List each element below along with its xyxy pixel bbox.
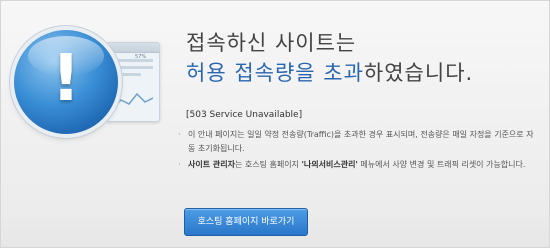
error-illustration: 57% ! (14, 30, 164, 150)
bullet-icon: · (178, 130, 181, 139)
description-text: 메뉴에서 사양 변경 및 트래픽 리셋이 가능합니다. (357, 160, 526, 169)
headline-suffix: 하였습니다. (363, 61, 474, 85)
headline: 접속하신 사이트는 허용 접속량을 초과하였습니다. (186, 28, 526, 88)
bullet-icon: · (178, 160, 181, 169)
hosting-homepage-button[interactable]: 호스팅 홈페이지 바로가기 (184, 208, 308, 236)
description-text: 는 호스팅 홈페이지 (234, 160, 302, 169)
headline-highlight: 허용 접속량을 초과 (186, 61, 364, 85)
description-emphasis: 사이트 관리자 (188, 160, 235, 169)
headline-line-2: 허용 접속량을 초과하였습니다. (186, 58, 526, 88)
description-list: · 이 안내 페이지는 일일 약정 전송량(Traffic)을 초과한 경우 표… (178, 128, 538, 174)
description-item-1: · 이 안내 페이지는 일일 약정 전송량(Traffic)을 초과한 경우 표… (178, 128, 538, 156)
chart-icon (113, 92, 153, 109)
error-code: [503 Service Unavailable] (186, 110, 303, 120)
headline-line-1: 접속하신 사이트는 (186, 31, 357, 55)
description-item-2: · 사이트 관리자는 호스팅 홈페이지 '나의서비스관리' 메뉴에서 사양 변경… (178, 158, 538, 172)
graph-badge: 57% (135, 54, 147, 60)
menu-name: '나의서비스관리' (301, 160, 358, 169)
alert-icon: ! (14, 30, 118, 134)
description-text: 이 안내 페이지는 일일 약정 전송량(Traffic)을 초과한 경우 표시되… (188, 130, 534, 153)
